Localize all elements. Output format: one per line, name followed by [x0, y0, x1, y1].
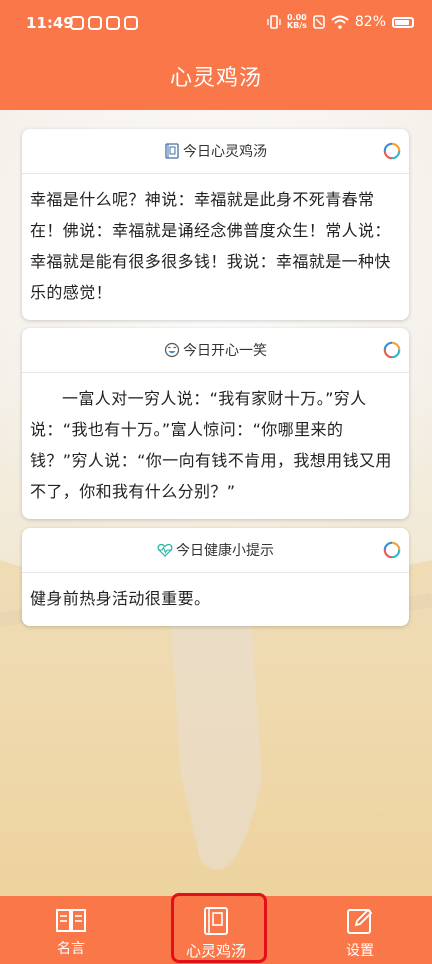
card-title: 今日开心一笑: [183, 343, 267, 359]
card-body: 健身前热身活动很重要。: [30, 589, 211, 608]
card-title: 今日健康小提示: [176, 543, 274, 559]
card-body: 幸福是什么呢？神说：幸福就是此身不死青春常在！佛说：幸福就是诵经念佛普度众生！常…: [30, 190, 391, 302]
notification-icon: [70, 16, 84, 30]
notification-icon: [124, 16, 138, 30]
book-icon: [56, 909, 86, 932]
tab-quotes[interactable]: 名言: [11, 896, 131, 964]
notification-icons: [70, 16, 138, 30]
card-joke: 今日开心一笑 一富人对一穷人说：“我有家财十万。”穷人说：“我也有十万。”富人惊…: [22, 328, 409, 519]
battery-icon: [392, 16, 414, 28]
card-header: 今日健康小提示: [22, 528, 409, 573]
status-bar: 11:49 0.00 KB/s 82%: [0, 0, 432, 50]
card-body: 一富人对一穷人说：“我有家财十万。”穷人说：“我也有十万。”富人惊问：“你哪里来…: [30, 389, 392, 501]
net-speed: 0.00 KB/s: [287, 14, 307, 30]
wifi-icon: [331, 15, 349, 29]
refresh-icon[interactable]: [383, 142, 401, 160]
tab-label: 设置: [346, 943, 374, 959]
status-time: 11:49: [26, 14, 74, 32]
app-bar: 心灵鸡汤: [0, 50, 432, 110]
status-right: 0.00 KB/s 82%: [267, 14, 414, 30]
card-header: 今日开心一笑: [22, 328, 409, 373]
card-title: 今日心灵鸡汤: [183, 144, 267, 160]
card-soup: 今日心灵鸡汤 幸福是什么呢？神说：幸福就是此身不死青春常在！佛说：幸福就是诵经念…: [22, 129, 409, 320]
refresh-icon[interactable]: [383, 541, 401, 559]
tab-settings[interactable]: 设置: [300, 896, 420, 964]
card-header: 今日心灵鸡汤: [22, 129, 409, 174]
laugh-face-icon: [164, 342, 180, 358]
battery-percent: 82%: [354, 14, 386, 30]
tab-label: 名言: [57, 941, 85, 957]
notebook-icon: [165, 143, 179, 159]
notification-icon: [88, 16, 102, 30]
selection-highlight-box: [171, 893, 267, 963]
edit-icon: [347, 908, 373, 934]
page-title: 心灵鸡汤: [169, 66, 262, 91]
sim-icon: [313, 15, 325, 29]
heartbeat-icon: [157, 543, 173, 557]
refresh-icon[interactable]: [383, 341, 401, 359]
net-speed-unit: KB/s: [286, 21, 307, 30]
notification-icon: [106, 16, 120, 30]
card-health: 今日健康小提示 健身前热身活动很重要。: [22, 528, 409, 626]
vibrate-icon: [267, 15, 281, 29]
